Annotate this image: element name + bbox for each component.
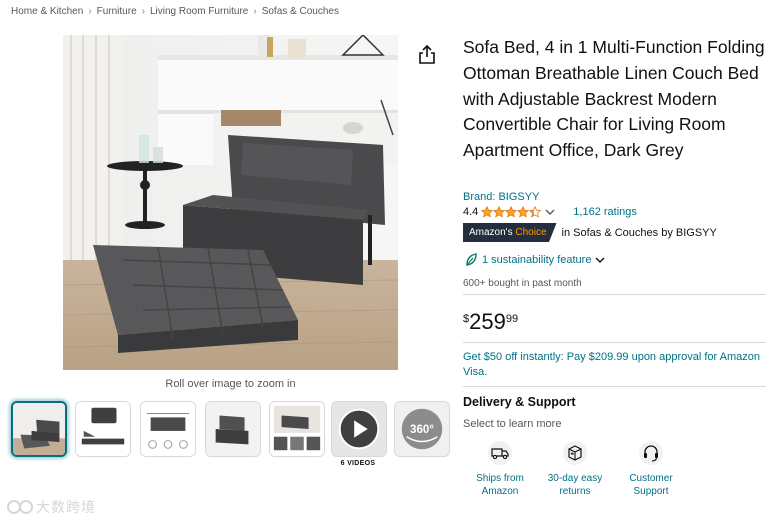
star-icon xyxy=(517,206,530,218)
price: $ 259 99 xyxy=(463,309,518,335)
thumbnail-chair-image xyxy=(206,402,260,456)
chevron-down-icon xyxy=(595,257,605,263)
choice-text: in Sofas & Couches by BIGSYY xyxy=(562,227,717,239)
brand-link[interactable]: Brand: BIGSYY xyxy=(463,191,539,203)
amazons-choice-row: Amazon's Choice in Sofas & Couches by BI… xyxy=(463,223,717,242)
watermark-icon xyxy=(7,500,33,514)
ratings-count-link[interactable]: 1,162 ratings xyxy=(573,206,637,218)
feature-label: Ships from Amazon xyxy=(476,473,524,497)
feature-label: Customer Support xyxy=(629,473,673,497)
thumbnail-360[interactable]: 360° xyxy=(394,401,450,457)
price-fraction: 99 xyxy=(505,313,519,325)
visa-offer-link[interactable]: Get $50 off instantly: Pay $209.99 upon … xyxy=(463,350,763,380)
sustainability-row[interactable]: 1 sustainability feature xyxy=(465,253,610,267)
chevron-down-icon[interactable] xyxy=(545,208,555,216)
main-product-image[interactable] xyxy=(63,35,398,370)
breadcrumb: Home & Kitchen › Furniture › Living Room Fur… xyxy=(11,6,339,17)
feature-customer-support[interactable]: Customer Support xyxy=(616,440,686,498)
star-icon xyxy=(505,206,518,218)
zoom-hint: Roll over image to zoom in xyxy=(165,378,296,390)
thumbnail-4[interactable] xyxy=(205,401,261,457)
feature-ships-from-amazon[interactable]: Ships from Amazon xyxy=(465,440,535,498)
divider xyxy=(463,294,766,295)
watermark-logo: 大数跨境 xyxy=(6,496,96,518)
thumbnail-3[interactable] xyxy=(140,401,196,457)
watermark-text: 大数跨境 xyxy=(36,499,96,515)
star-rating[interactable] xyxy=(481,206,542,218)
choice-category-link[interactable]: Sofas & Couches xyxy=(573,227,658,239)
bought-in-past-month: 600+ bought in past month xyxy=(463,278,582,289)
breadcrumb-separator: › xyxy=(141,6,145,17)
rating-value: 4.4 xyxy=(463,206,479,218)
feature-30-day-returns[interactable]: 30-day easy returns xyxy=(540,440,610,498)
thumbnail-dimensions-image xyxy=(141,402,195,456)
leaf-icon xyxy=(466,253,477,266)
breadcrumb-separator: › xyxy=(88,6,92,17)
rating-row: 4.4 1,162 ratings xyxy=(463,206,637,218)
thumbnail-sofa-image xyxy=(13,403,65,455)
price-whole: 259 xyxy=(469,309,506,334)
amazons-choice-badge: Amazon's Choice xyxy=(463,223,557,242)
videos-count-label: 6 VIDEOS xyxy=(340,460,376,467)
star-icon xyxy=(529,206,542,218)
thumbnail-collage-image xyxy=(270,402,324,456)
sofa-bed-photo xyxy=(63,35,398,370)
divider xyxy=(463,386,766,387)
thumbnail-2[interactable] xyxy=(75,401,131,457)
thumbnail-5[interactable] xyxy=(269,401,325,457)
delivery-support-subtitle: Select to learn more xyxy=(463,418,562,430)
sustainability-text: 1 sustainability feature xyxy=(482,254,592,266)
product-title: Sofa Bed, 4 in 1 Multi-Function Folding … xyxy=(463,37,765,161)
thumbnail-modes-image xyxy=(76,402,130,456)
truck-icon xyxy=(488,441,512,465)
choice-in: in xyxy=(561,226,571,239)
divider xyxy=(463,342,766,343)
play-video-icon xyxy=(332,402,386,456)
badge-suffix: Choice xyxy=(515,227,547,238)
star-icon xyxy=(481,206,494,218)
thumbnail-video[interactable] xyxy=(331,401,387,457)
breadcrumb-separator: › xyxy=(253,6,257,17)
breadcrumb-living-room-furniture[interactable]: Living Room Furniture xyxy=(150,6,248,17)
feature-label: 30-day easy returns xyxy=(547,473,603,497)
breadcrumb-sofas-couches[interactable]: Sofas & Couches xyxy=(262,6,339,17)
share-icon[interactable] xyxy=(418,45,436,65)
headset-icon xyxy=(639,441,663,465)
breadcrumb-home-kitchen[interactable]: Home & Kitchen xyxy=(11,6,83,17)
badge-prefix: Amazon's xyxy=(469,227,513,238)
choice-by: by BIGSYY xyxy=(661,226,717,239)
star-icon xyxy=(493,206,506,218)
delivery-support-title: Delivery & Support xyxy=(463,395,576,409)
spin-360-icon: 360° xyxy=(395,402,449,456)
thumbnail-1[interactable] xyxy=(11,401,67,457)
spin-360-label: 360° xyxy=(410,424,434,436)
return-box-icon xyxy=(563,441,587,465)
breadcrumb-furniture[interactable]: Furniture xyxy=(97,6,137,17)
